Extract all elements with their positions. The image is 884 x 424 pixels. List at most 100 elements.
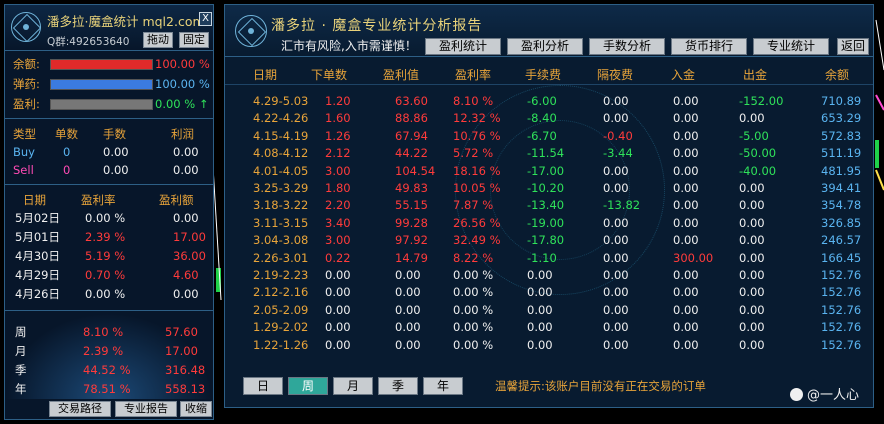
daily-rate: 2.39 % (85, 230, 126, 244)
period-rate: 44.52 % (83, 363, 131, 377)
cell-commission: -11.54 (527, 146, 565, 161)
cell-balance: 152.76 (821, 302, 862, 317)
table-row: 4.15-4.19 1.26 67.94 10.76 % -6.70 -0.40 0.00 -… (225, 128, 873, 145)
cell-rate: 0.00 % (453, 337, 494, 352)
daily-amount: 0.00 (173, 211, 199, 225)
period-button[interactable]: 月 (333, 377, 373, 395)
cell-commission: -6.70 (527, 128, 557, 143)
cell-withdraw: 0.00 (739, 198, 765, 213)
cell-date: 4.08-4.12 (253, 146, 309, 161)
tab-lots-analysis[interactable]: 手数分析 (589, 38, 665, 55)
cell-balance: 152.76 (821, 320, 862, 335)
tip-text: 温馨提示:该账户目前没有正在交易的订单 (495, 379, 706, 393)
daily-amount: 36.00 (173, 249, 206, 263)
cell-orders: 0.00 (325, 268, 351, 282)
cell-date: 4.15-4.19 (253, 128, 309, 143)
profit-row: 盈利: 0.00 % ↑ (5, 95, 213, 113)
trade-path-button[interactable]: 交易路径 (49, 401, 111, 417)
cell-swap: -0.40 (603, 128, 633, 143)
cell-balance: 572.83 (821, 128, 862, 143)
cell-swap: 0.00 (603, 233, 629, 248)
trend-line (875, 169, 884, 191)
cell-profit: 88.86 (395, 111, 428, 126)
table-row: 4.01-4.05 3.00 104.54 18.16 % -17.00 0.00 0.00… (225, 163, 873, 180)
cell-withdraw: 0.00 (739, 111, 765, 126)
table-row: 3.11-3.15 3.40 99.28 26.56 % -19.00 0.00 0.00 0… (225, 215, 873, 232)
cell-profit: 55.15 (395, 198, 428, 213)
rate-col: 盈利率 (81, 193, 116, 207)
cell-balance: 354.78 (821, 198, 862, 213)
col-balance: 余额 (825, 68, 850, 82)
cell-balance: 511.19 (821, 146, 862, 161)
stats-panel-header[interactable]: 潘多拉·魔盒统计 mql2.com X Q群:492653640 拖动 固定 (5, 5, 213, 51)
cell-swap: 0.00 (603, 181, 629, 195)
collapse-button[interactable]: 收缩 (180, 401, 212, 417)
cell-date: 2.26-3.01 (253, 250, 309, 265)
daily-rate: 0.00 % (85, 287, 126, 301)
stats-panel: 潘多拉·魔盒统计 mql2.com X Q群:492653640 拖动 固定 余… (4, 4, 214, 420)
period-button[interactable]: 日 (243, 377, 283, 395)
cell-profit: 0.00 (395, 268, 421, 282)
period-button[interactable]: 年 (423, 377, 463, 395)
tab-pro-stats[interactable]: 专业统计 (753, 38, 829, 55)
period-rate: 8.10 % (83, 325, 124, 339)
close-button[interactable]: X (199, 12, 212, 26)
panel-title: 潘多拉·魔盒统计 mql2.com (47, 14, 205, 29)
cell-deposit: 0.00 (673, 94, 699, 108)
tab-currency-ranking[interactable]: 货币排行 (671, 38, 747, 55)
cell-withdraw: 0.00 (739, 233, 765, 248)
cell-profit: 0.00 (395, 302, 421, 317)
cell-orders: 3.00 (325, 233, 351, 248)
cell-balance: 166.45 (821, 250, 862, 265)
cell-rate: 32.49 % (453, 233, 501, 248)
table-header: 日期 下单数 盈利值 盈利率 手续费 隔夜费 入金 出金 余额 (225, 63, 873, 85)
report-panel: 潘多拉 · 魔盒专业统计分析报告 汇市有风险,入市需谨慎！ 盈利统计 盈利分析 … (224, 4, 874, 408)
cell-date: 3.11-3.15 (253, 215, 309, 230)
cell-rate: 7.87 % (453, 198, 494, 213)
period-button[interactable]: 季 (378, 377, 418, 395)
ammo-value: 100.00 % (155, 77, 210, 91)
col-orders: 下单数 (311, 68, 348, 82)
back-button[interactable]: 返回 (837, 38, 869, 55)
cell-swap: -13.82 (603, 198, 641, 213)
cell-swap: 0.00 (603, 94, 629, 108)
drag-button[interactable]: 拖动 (143, 32, 173, 48)
cell-commission: 0.00 (527, 268, 553, 282)
watermark-text: @一人心 (807, 388, 860, 403)
daily-rate: 0.00 % (85, 211, 126, 225)
pro-report-button[interactable]: 专业报告 (115, 401, 177, 417)
cell-commission: -6.00 (527, 94, 557, 108)
cell-balance: 246.57 (821, 233, 862, 248)
profit-label: 盈利: (13, 97, 40, 111)
cell-withdraw: -152.00 (739, 94, 784, 108)
period-amount: 316.48 (165, 363, 206, 377)
cell-profit: 0.00 (395, 285, 421, 300)
cell-commission: -8.40 (527, 111, 557, 126)
table-row: 2.12-2.16 0.00 0.00 0.00 % 0.00 0.00 0.00 0.00 1… (225, 284, 873, 301)
tab-profit-stats[interactable]: 盈利统计 (425, 38, 501, 55)
type-header: 类型 单数 手数 利润 (5, 125, 213, 143)
cell-withdraw: -5.00 (739, 128, 769, 143)
cell-date: 1.22-1.26 (253, 337, 309, 352)
type-name: Sell (13, 163, 34, 177)
daily-row: 5月01日 2.39 % 17.00 (5, 228, 213, 246)
cell-balance: 710.89 (821, 94, 862, 108)
cell-orders: 0.22 (325, 250, 351, 265)
cell-profit: 104.54 (395, 163, 436, 178)
period-row: 周 8.10 % 57.60 (5, 323, 213, 341)
cell-rate: 12.32 % (453, 111, 501, 126)
cell-rate: 8.22 % (453, 250, 494, 265)
cell-orders: 0.00 (325, 337, 351, 352)
tab-profit-analysis[interactable]: 盈利分析 (507, 38, 583, 55)
fix-button[interactable]: 固定 (179, 32, 209, 48)
cell-rate: 10.76 % (453, 128, 501, 143)
daily-row: 4月29日 0.70 % 4.60 (5, 266, 213, 284)
cell-deposit: 0.00 (673, 215, 699, 230)
cell-rate: 10.05 % (453, 181, 501, 195)
period-button[interactable]: 周 (288, 377, 328, 395)
cell-swap: 0.00 (603, 302, 629, 317)
cell-balance: 481.95 (821, 163, 862, 178)
col-profit-rate: 盈利率 (455, 68, 492, 82)
trend-line (875, 94, 884, 111)
cell-rate: 5.72 % (453, 146, 494, 161)
